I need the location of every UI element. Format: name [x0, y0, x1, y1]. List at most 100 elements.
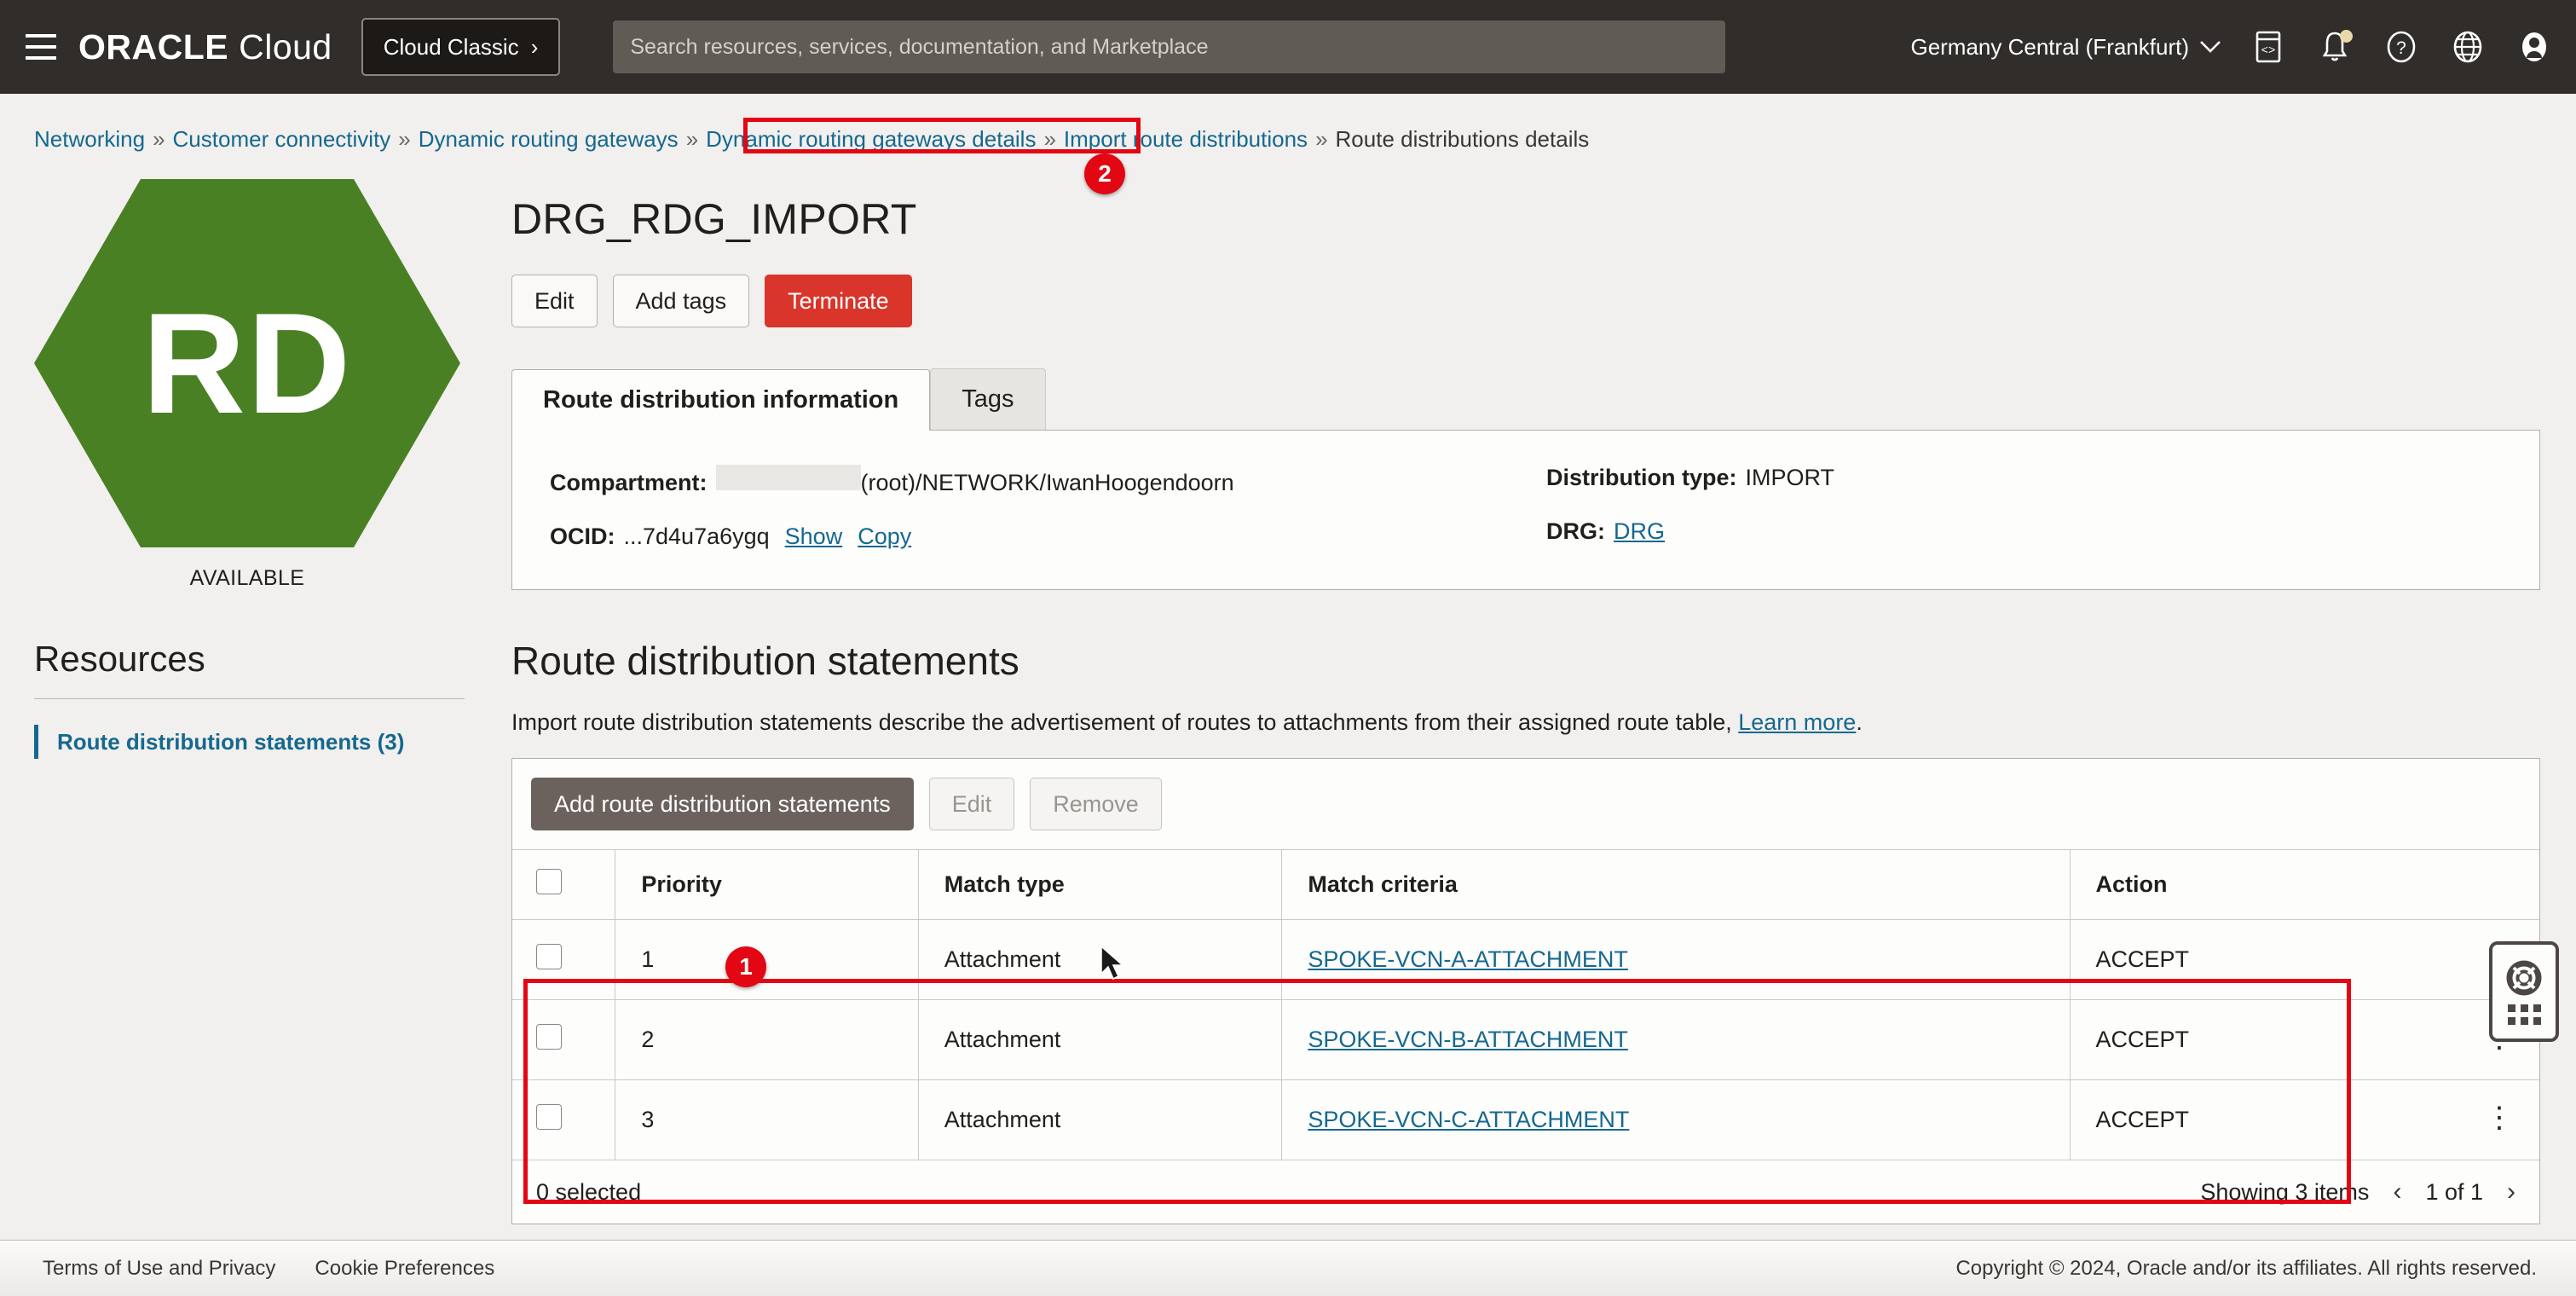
match-criteria-link[interactable]: SPOKE-VCN-A-ATTACHMENT: [1308, 946, 1628, 972]
ocid-copy-link[interactable]: Copy: [858, 524, 911, 550]
column-header-match-criteria[interactable]: Match criteria: [1281, 849, 2071, 920]
region-selector[interactable]: Germany Central (Frankfurt): [1910, 34, 2221, 61]
cell-action: ACCEPT: [2069, 919, 2418, 1000]
sidebar-item-route-distribution-statements[interactable]: Route distribution statements (3): [34, 725, 494, 759]
code-editor-icon[interactable]: <>: [2249, 27, 2288, 67]
footer-links: Terms of Use and Privacy Cookie Preferen…: [43, 1257, 494, 1281]
oracle-cloud-logo[interactable]: ORACLE Cloud: [78, 27, 332, 67]
breadcrumb-item-2[interactable]: Dynamic routing gateways: [419, 126, 679, 153]
section-title-route-distribution-statements: Route distribution statements: [511, 639, 1019, 683]
column-header-priority[interactable]: Priority: [615, 849, 919, 920]
column-header-row-menu: [2417, 849, 2539, 920]
table-pagination: Showing 3 items ‹ 1 of 1 ›: [2200, 1177, 2515, 1206]
cloud-classic-button[interactable]: Cloud Classic ›: [361, 18, 561, 76]
help-question-icon[interactable]: ?: [2382, 27, 2421, 67]
pagination-page-text: 1 of 1: [2425, 1178, 2483, 1205]
table-toolbar: Add route distribution statements Edit R…: [512, 759, 2539, 849]
brand-cloud-text: Cloud: [239, 26, 332, 67]
sidebar-item-label: Route distribution statements (3): [57, 728, 405, 755]
table-edit-button[interactable]: Edit: [928, 778, 1015, 830]
cell-action: ACCEPT: [2069, 1079, 2418, 1160]
ocid-show-link[interactable]: Show: [785, 524, 843, 550]
breadcrumb-item-3[interactable]: Dynamic routing gateways details: [706, 126, 1036, 153]
search-input[interactable]: [613, 20, 1726, 73]
pagination-next-icon[interactable]: ›: [2507, 1177, 2515, 1206]
region-label: Germany Central (Frankfurt): [1910, 33, 2189, 60]
drg-link[interactable]: DRG: [1614, 518, 1665, 545]
resource-hexagon-badge: RD: [34, 179, 460, 547]
add-tags-button[interactable]: Add tags: [612, 275, 750, 327]
support-help-widget[interactable]: [2489, 941, 2559, 1042]
select-all-checkbox[interactable]: [536, 869, 562, 894]
selected-count-text: 0 selected: [536, 1178, 642, 1205]
resource-hexagon-wrap: RD: [0, 179, 494, 547]
compartment-label: Compartment:: [550, 470, 708, 495]
route-distribution-statements-table: Priority Match type Match criteria Actio…: [512, 849, 2539, 1160]
table-row[interactable]: 2 Attachment SPOKE-VCN-B-ATTACHMENT ACCE…: [512, 999, 2539, 1080]
section-description-text: Import route distribution statements des…: [511, 709, 1732, 735]
footer-link-cookie-preferences[interactable]: Cookie Preferences: [315, 1257, 494, 1281]
top-bar-actions: Germany Central (Frankfurt) <> ?: [1910, 27, 2554, 67]
resource-summary-sidebar: RD AVAILABLE Resources Route distributio…: [0, 179, 494, 759]
breadcrumb-item-4[interactable]: Import route distributions: [1064, 126, 1308, 153]
row-menu-kebab-icon[interactable]: ⋮: [2485, 1102, 2514, 1134]
footer-link-terms[interactable]: Terms of Use and Privacy: [43, 1257, 275, 1281]
cell-match-type: Attachment: [917, 999, 1282, 1080]
breadcrumb-item-1[interactable]: Customer connectivity: [173, 126, 391, 153]
notifications-bell-icon[interactable]: [2315, 27, 2354, 67]
table-header-row: Priority Match type Match criteria Actio…: [512, 849, 2539, 920]
row-checkbox[interactable]: [536, 1104, 562, 1130]
table-remove-button[interactable]: Remove: [1030, 778, 1162, 830]
row-select-cell: [512, 999, 615, 1080]
select-all-header: [512, 849, 615, 920]
terminate-button[interactable]: Terminate: [765, 275, 912, 327]
breadcrumb: Networking » Customer connectivity » Dyn…: [34, 126, 1589, 153]
tab-tags[interactable]: Tags: [930, 368, 1046, 430]
svg-text:?: ?: [2396, 38, 2406, 58]
pagination-previous-icon[interactable]: ‹: [2393, 1177, 2401, 1206]
tab-route-distribution-information[interactable]: Route distribution information: [511, 369, 931, 431]
ocid-label: OCID:: [550, 524, 615, 549]
lifebuoy-icon: [2506, 960, 2542, 996]
match-criteria-link[interactable]: SPOKE-VCN-B-ATTACHMENT: [1308, 1027, 1628, 1052]
drg-row: DRG: DRG: [1546, 518, 2502, 545]
cell-match-type: Attachment: [917, 1079, 1282, 1160]
cell-priority: 3: [615, 1079, 919, 1160]
resources-heading: Resources: [34, 639, 205, 679]
table-footer: 0 selected Showing 3 items ‹ 1 of 1 ›: [512, 1160, 2539, 1224]
match-criteria-link[interactable]: SPOKE-VCN-C-ATTACHMENT: [1308, 1107, 1629, 1132]
grid-drag-handle-icon[interactable]: [2507, 1004, 2541, 1025]
cell-priority: 1: [615, 919, 919, 1000]
footer-copyright: Copyright © 2024, Oracle and/or its affi…: [1955, 1256, 2537, 1280]
edit-button[interactable]: Edit: [511, 275, 598, 327]
learn-more-link[interactable]: Learn more: [1738, 709, 1856, 735]
breadcrumb-separator: »: [153, 126, 165, 152]
column-header-action[interactable]: Action: [2069, 849, 2418, 920]
callout-badge-2: 2: [1084, 153, 1125, 194]
top-navigation-bar: ORACLE Cloud Cloud Classic › Germany Cen…: [0, 0, 2576, 94]
table-head: Priority Match type Match criteria Actio…: [512, 849, 2539, 920]
info-column-left: Compartment: (root)/NETWORK/IwanHoogendo…: [550, 465, 1505, 550]
column-header-match-type[interactable]: Match type: [917, 849, 1282, 920]
row-select-cell: [512, 1080, 615, 1160]
language-globe-icon[interactable]: [2448, 27, 2487, 67]
ocid-value: ...7d4u7a6ygq: [623, 524, 770, 549]
cell-match-criteria: SPOKE-VCN-C-ATTACHMENT: [1281, 1079, 2071, 1160]
cell-action: ACCEPT: [2069, 999, 2418, 1080]
breadcrumb-item-0[interactable]: Networking: [34, 126, 145, 153]
row-checkbox[interactable]: [536, 944, 562, 969]
resource-status-label: AVAILABLE: [189, 566, 305, 590]
hamburger-menu-icon[interactable]: [15, 21, 66, 72]
row-checkbox[interactable]: [536, 1024, 562, 1050]
table-row[interactable]: 1 Attachment SPOKE-VCN-A-ATTACHMENT ACCE…: [512, 919, 2539, 1000]
table-row[interactable]: 3 Attachment SPOKE-VCN-C-ATTACHMENT ACCE…: [512, 1079, 2539, 1160]
table-body: 1 Attachment SPOKE-VCN-A-ATTACHMENT ACCE…: [512, 919, 2539, 1160]
notification-badge-dot: [2340, 30, 2353, 43]
user-avatar-icon[interactable]: [2515, 27, 2554, 67]
page-title: DRG_RDG_IMPORT: [511, 195, 917, 243]
add-route-distribution-statements-button[interactable]: Add route distribution statements: [531, 778, 914, 830]
callout-badge-1: 1: [725, 946, 766, 987]
distribution-type-value: IMPORT: [1745, 465, 1835, 490]
compartment-redacted-block: [715, 465, 861, 490]
section-description: Import route distribution statements des…: [511, 709, 2540, 736]
